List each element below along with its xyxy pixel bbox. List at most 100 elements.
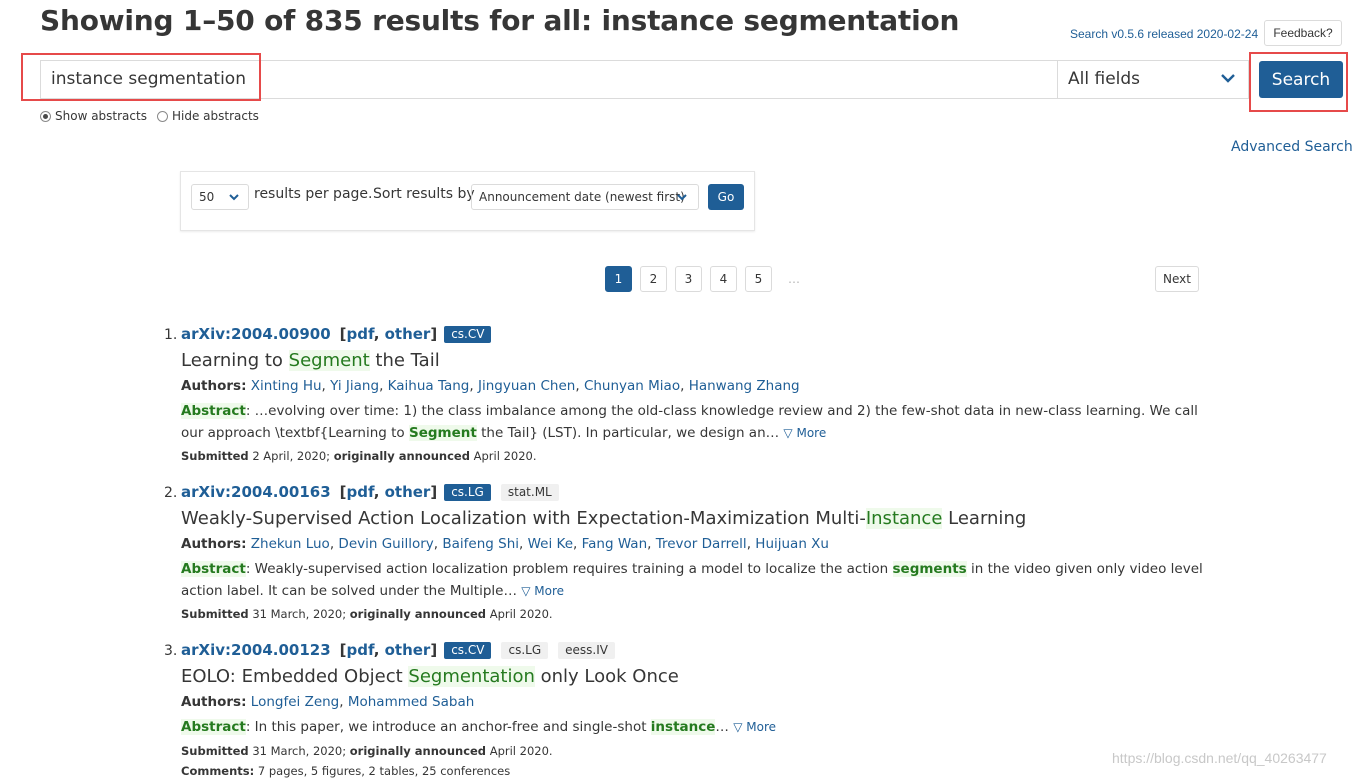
announced-label: originally announced xyxy=(349,607,487,621)
author-link[interactable]: Longfei Zeng xyxy=(251,694,339,710)
author-link[interactable]: Wei Ke xyxy=(528,536,573,552)
page-link-2[interactable]: 2 xyxy=(640,266,667,292)
authors-line: Authors: Xinting Hu, Yi Jiang, Kaihua Ta… xyxy=(181,378,800,394)
submitted-date: 2 April, 2020; xyxy=(252,449,331,463)
watermark: https://blog.csdn.net/qq_40263477 xyxy=(1112,750,1327,766)
per-page-value: 50 xyxy=(199,190,215,204)
arxiv-id-link[interactable]: arXiv:2004.00163 xyxy=(181,483,331,501)
submitted-date: 31 March, 2020; xyxy=(252,607,347,621)
dates-line: Submitted 31 March, 2020; originally ann… xyxy=(181,607,553,621)
other-formats-link[interactable]: other xyxy=(385,641,431,659)
show-abstracts-option[interactable]: Show abstracts xyxy=(40,109,147,123)
search-field-select[interactable]: All fields xyxy=(1057,60,1249,99)
hide-abstracts-option[interactable]: Hide abstracts xyxy=(156,109,259,123)
authors-label: Authors: xyxy=(181,378,247,394)
abstract-text: Abstract: …evolving over time: 1) the cl… xyxy=(181,401,1203,444)
announced-date: April 2020. xyxy=(489,607,553,621)
arxiv-id-link[interactable]: arXiv:2004.00900 xyxy=(181,325,331,343)
author-link[interactable]: Kaihua Tang xyxy=(388,378,470,394)
result-number: 1. xyxy=(164,327,178,343)
author-link[interactable]: Trevor Darrell xyxy=(656,536,747,552)
abstract-highlight: instance xyxy=(650,719,716,735)
next-page-button[interactable]: Next xyxy=(1155,266,1199,292)
author-link[interactable]: Yi Jiang xyxy=(330,378,379,394)
result-links: [pdf, other] xyxy=(339,325,438,343)
show-abstracts-radio[interactable] xyxy=(40,110,51,122)
version-link[interactable]: Search v0.5.6 released 2020-02-24 xyxy=(1070,27,1258,41)
page-title: Showing 1–50 of 835 results for all: ins… xyxy=(40,4,960,37)
result-title: EOLO: Embedded Object Segmentation only … xyxy=(181,666,679,687)
other-formats-link[interactable]: other xyxy=(385,325,431,343)
more-link[interactable]: ▽ More xyxy=(733,720,776,734)
other-formats-link[interactable]: other xyxy=(385,483,431,501)
search-field-value: All fields xyxy=(1068,69,1141,89)
page-link-1[interactable]: 1 xyxy=(605,266,632,292)
author-link[interactable]: Baifeng Shi xyxy=(442,536,519,552)
announced-label: originally announced xyxy=(333,449,470,463)
category-tag: stat.ML xyxy=(500,483,559,501)
feedback-button[interactable]: Feedback? xyxy=(1264,20,1342,46)
result-number: 3. xyxy=(164,643,178,659)
more-link[interactable]: ▽ More xyxy=(783,426,826,440)
advanced-search-link[interactable]: Advanced Search xyxy=(1231,139,1353,155)
abstract-label: Abstract xyxy=(181,561,246,577)
abstract-segment: the Tail} (LST). In particular, we desig… xyxy=(476,424,784,441)
chevron-down-icon xyxy=(1221,74,1235,83)
author-link[interactable]: Mohammed Sabah xyxy=(348,694,474,710)
arxiv-id-link[interactable]: arXiv:2004.00123 xyxy=(181,641,331,659)
author-link[interactable]: Jingyuan Chen xyxy=(478,378,575,394)
category-tag: cs.CV xyxy=(444,641,492,659)
authors-label: Authors: xyxy=(181,536,247,552)
annotation-box-query xyxy=(21,53,261,101)
author-link[interactable]: Chunyan Miao xyxy=(584,378,680,394)
abstract-label: Abstract xyxy=(181,719,246,735)
sort-value: Announcement date (newest first) xyxy=(479,190,685,204)
page-link-4[interactable]: 4 xyxy=(710,266,737,292)
author-link[interactable]: Xinting Hu xyxy=(251,378,322,394)
author-link[interactable]: Zhekun Luo xyxy=(251,536,330,552)
author-link[interactable]: Devin Guillory xyxy=(338,536,433,552)
authors-line: Authors: Zhekun Luo, Devin Guillory, Bai… xyxy=(181,536,829,552)
title-highlight: Segment xyxy=(288,350,370,371)
page-link-5[interactable]: 5 xyxy=(745,266,772,292)
dates-line: Submitted 31 March, 2020; originally ann… xyxy=(181,744,553,758)
pdf-link[interactable]: pdf xyxy=(347,483,374,501)
author-link[interactable]: Fang Wan xyxy=(582,536,648,552)
sort-label: Sort results by xyxy=(373,186,475,202)
title-highlight: Instance xyxy=(865,508,943,529)
go-button[interactable]: Go xyxy=(708,184,744,210)
authors-label: Authors: xyxy=(181,694,247,710)
page-link-3[interactable]: 3 xyxy=(675,266,702,292)
result-number: 2. xyxy=(164,485,178,501)
abstract-segment: … xyxy=(715,719,734,735)
hide-abstracts-radio[interactable] xyxy=(156,110,168,122)
per-page-select[interactable]: 50 xyxy=(191,184,249,210)
abstract-segment: : Weakly-supervised action localization … xyxy=(245,561,893,577)
title-highlight: Segmentation xyxy=(408,666,535,687)
result-links: [pdf, other] xyxy=(339,641,438,659)
submitted-label: Submitted xyxy=(181,449,249,463)
title-text: only Look Once xyxy=(534,666,679,687)
pagination-ellipsis: … xyxy=(788,272,800,286)
author-link[interactable]: Hanwang Zhang xyxy=(689,378,800,394)
title-text: Learning to xyxy=(181,350,289,371)
pdf-link[interactable]: pdf xyxy=(347,641,374,659)
submitted-label: Submitted xyxy=(181,744,249,758)
abstract-segment: : In this paper, we introduce an anchor-… xyxy=(245,719,651,735)
category-tag: cs.LG xyxy=(444,483,491,501)
chevron-down-icon xyxy=(677,194,687,201)
pdf-link[interactable]: pdf xyxy=(347,325,374,343)
announced-date: April 2020. xyxy=(473,449,537,463)
sort-select[interactable]: Announcement date (newest first) xyxy=(471,184,699,210)
abstract-text: Abstract: In this paper, we introduce an… xyxy=(181,717,1203,739)
hide-abstracts-label: Hide abstracts xyxy=(171,109,259,123)
author-link[interactable]: Huijuan Xu xyxy=(755,536,829,552)
category-tag: cs.LG xyxy=(501,641,549,659)
title-text: Weakly-Supervised Action Localization wi… xyxy=(181,508,866,529)
announced-date: April 2020. xyxy=(489,744,553,758)
pagination: 1 2 3 4 5 … xyxy=(605,266,800,292)
more-link[interactable]: ▽ More xyxy=(521,584,564,598)
result-header: arXiv:2004.00900 [pdf, other] cs.CV xyxy=(181,325,492,343)
comments-line: Comments: 7 pages, 5 figures, 2 tables, … xyxy=(181,764,510,778)
comments-text: 7 pages, 5 figures, 2 tables, 25 confere… xyxy=(257,764,511,778)
